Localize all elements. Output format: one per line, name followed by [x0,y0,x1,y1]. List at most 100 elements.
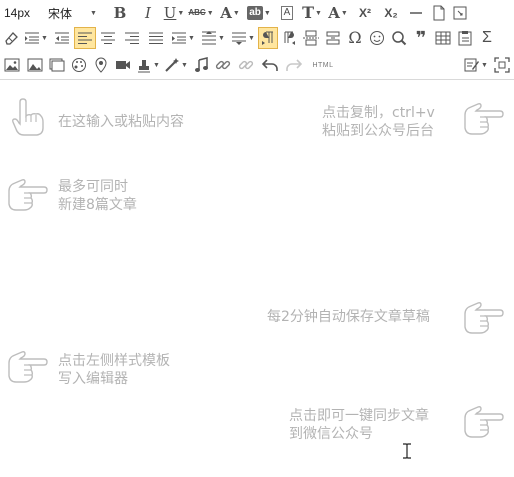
images-icon [27,58,43,72]
magic-wand-button[interactable]: ▼ [162,54,190,76]
align-justify-button[interactable] [144,27,168,49]
undo-button[interactable] [258,54,282,76]
outdent-button[interactable] [50,27,74,49]
toolbar-row-1: 14px 宋体 ▼ B I U ▼ ABC ▼ A ▼ ab ▼ A T ▼ A ▼ X² X… [0,1,514,25]
pointing-right-hand-icon [460,298,504,338]
hint-input-text: 在这输入或粘贴内容 [58,114,184,130]
toolbar-row-2: ▼ ▼ ▼ ▼ Ω ❞ Σ [0,26,514,50]
chevron-down-icon: ▼ [481,61,488,69]
chevron-down-icon: ▼ [90,9,97,17]
chevron-down-icon: ▼ [340,9,348,17]
font-size-select[interactable]: 14px [0,6,44,20]
emoji-button[interactable] [366,27,388,49]
pointing-right-hand-icon [460,402,504,442]
paste-button[interactable] [454,27,476,49]
expand-icon [494,57,510,73]
fullscreen-button[interactable] [450,2,470,24]
unlink-button[interactable] [234,54,258,76]
font-color-button[interactable]: A ▼ [216,2,244,24]
chevron-down-icon: ▼ [153,61,160,69]
edit-document-icon [464,58,480,72]
chevron-down-icon: ▼ [41,34,48,42]
align-center-icon [101,32,115,44]
undo-icon [262,59,278,71]
bold-button[interactable]: B [106,2,134,24]
editor-content-area[interactable] [0,81,514,477]
preview-button[interactable] [490,54,514,76]
redo-icon [286,59,302,71]
template-button[interactable]: ▼ [462,54,490,76]
horizontal-rule-button[interactable] [404,2,428,24]
clear-format-button[interactable]: A [274,2,300,24]
table-icon [435,31,451,45]
paragraph-spacing-button[interactable]: ▼ [228,27,258,49]
smiley-icon [370,31,384,45]
subscript-button[interactable]: X₂ [378,2,404,24]
line-height-icon [202,31,217,45]
chevron-down-icon: ▼ [232,9,240,17]
map-pin-icon [95,57,107,73]
text-cursor-icon [402,443,412,459]
text-style-button[interactable]: T ▼ [300,2,324,24]
align-left-icon [78,32,92,44]
attachment-button[interactable]: ▼ [134,54,162,76]
insert-video-button[interactable] [112,54,134,76]
align-center-button[interactable] [96,27,120,49]
table-button[interactable] [432,27,454,49]
indent-button[interactable]: ▼ [168,27,198,49]
insert-link-button[interactable] [212,54,234,76]
hint-multi-line-1: 最多可同时 [58,179,128,195]
search-icon [392,31,407,46]
new-document-button[interactable] [428,2,450,24]
scrawl-button[interactable] [68,54,90,76]
chevron-down-icon: ▼ [177,9,185,17]
stamp-icon [138,60,151,73]
formula-button[interactable]: Σ [476,27,498,49]
video-camera-icon [116,61,130,69]
insert-image-button[interactable] [0,54,24,76]
toolbar-row-3: ▼ ▼ HTML ▼ [0,53,514,77]
multi-image-button[interactable] [24,54,46,76]
hint-multi-line-2: 新建8篇文章 [58,197,137,213]
clipboard-icon [458,31,472,46]
music-note-icon [195,57,208,72]
format-painter-button[interactable]: ▼ [22,27,50,49]
align-left-button[interactable] [74,27,96,49]
outdent-icon [55,32,69,44]
superscript-button[interactable]: X² [352,2,378,24]
insert-music-button[interactable] [190,54,212,76]
page-break-button[interactable] [300,27,322,49]
chevron-down-icon: ▼ [218,34,225,42]
text-indent-icon [25,32,40,44]
map-button[interactable] [90,54,112,76]
rtl-direction-button[interactable] [278,27,300,49]
split-button[interactable] [322,27,344,49]
chevron-down-icon: ▼ [181,61,188,69]
fullscreen-icon [453,6,467,20]
highlight-button[interactable]: ab ▼ [244,2,274,24]
scale-text-button[interactable]: A ▼ [324,2,352,24]
chevron-down-icon: ▼ [248,34,255,42]
pointing-right-hand-icon [4,175,48,215]
split-icon [326,31,340,45]
special-chars-button[interactable]: Ω [344,27,366,49]
line-height-button[interactable]: ▼ [198,27,228,49]
indent-icon [172,32,187,44]
frame-icon [49,58,65,72]
hint-autosave-text: 每2分钟自动保存文章草稿 [267,309,430,325]
align-right-button[interactable] [120,27,144,49]
blockquote-button[interactable]: ❞ [410,27,432,49]
underline-button[interactable]: U ▼ [162,2,186,24]
search-replace-button[interactable] [388,27,410,49]
redo-button[interactable] [282,54,306,76]
align-right-icon [125,32,139,44]
ltr-direction-button[interactable] [258,27,278,49]
font-family-select[interactable]: 宋体 ▼ [44,5,106,22]
html-source-button[interactable]: HTML [306,54,340,76]
strikethrough-button[interactable]: ABC ▼ [186,2,216,24]
pointing-right-hand-icon [460,99,504,139]
paragraph-ltr-icon [262,31,273,45]
frame-button[interactable] [46,54,68,76]
italic-button[interactable]: I [134,2,162,24]
eraser-button[interactable] [0,27,22,49]
